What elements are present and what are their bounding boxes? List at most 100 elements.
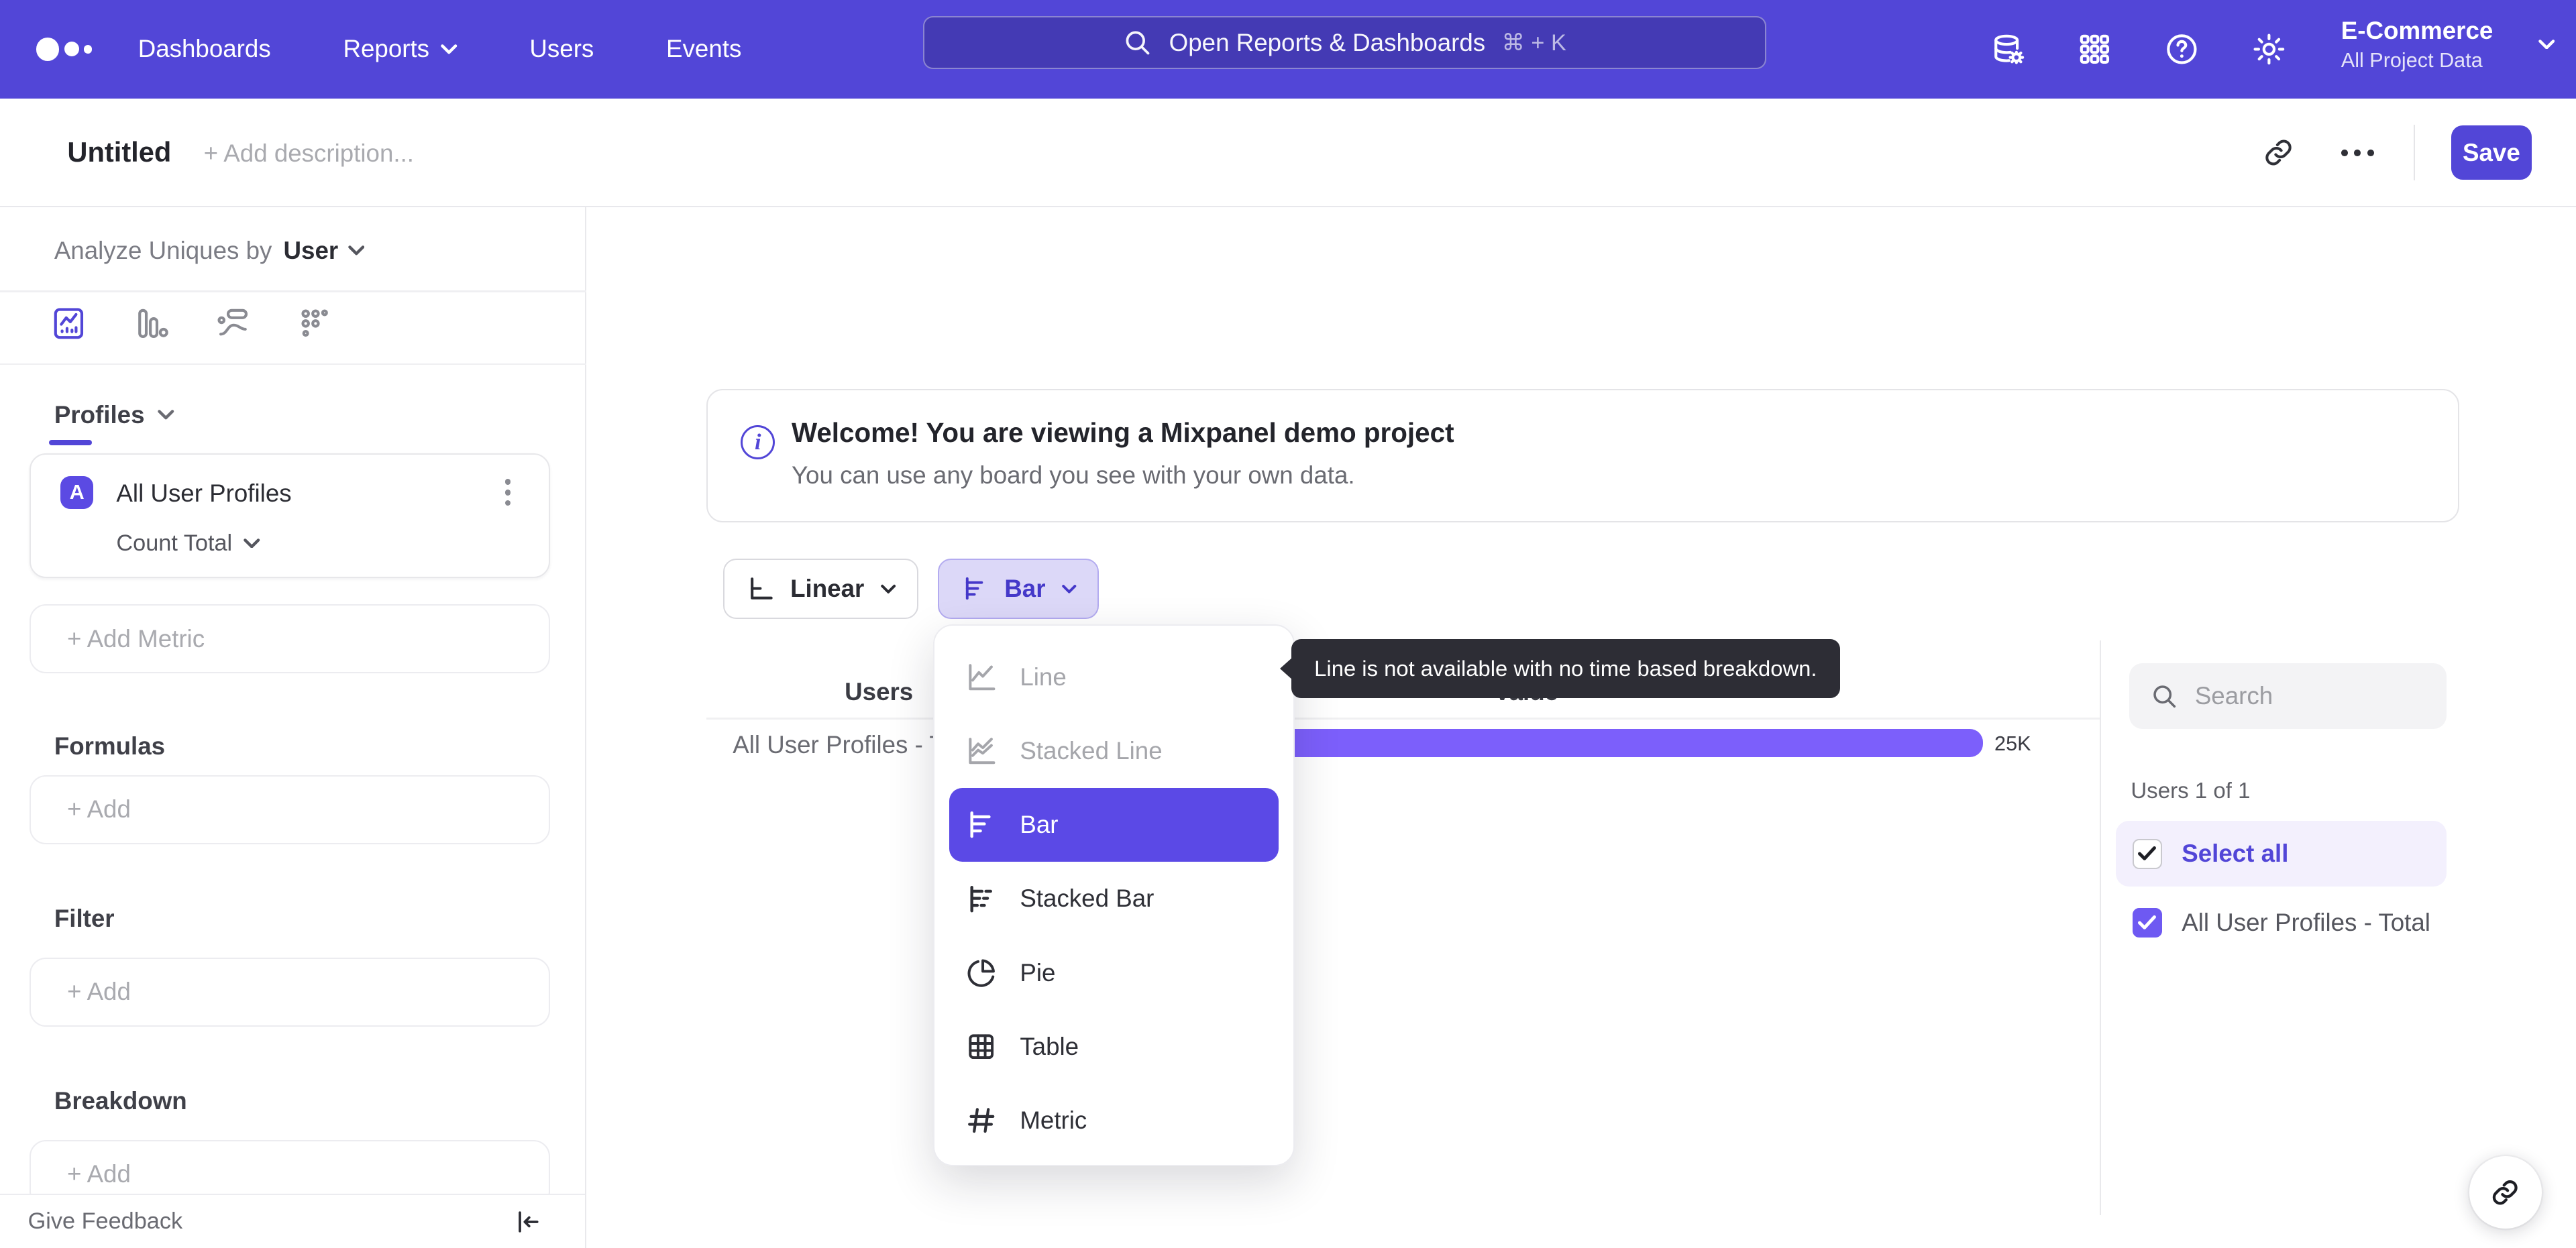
chevron-down-icon: [348, 245, 365, 256]
table-icon: [969, 1034, 994, 1060]
stacked-line-chart-icon: [969, 738, 996, 764]
demo-banner: i Welcome! You are viewing a Mixpanel de…: [706, 389, 2460, 522]
metric-name[interactable]: All User Profiles: [116, 479, 291, 508]
menu-item-metric[interactable]: Metric: [949, 1084, 1279, 1157]
copy-url-fab[interactable]: [2469, 1156, 2542, 1229]
formulas-section-header: Formulas: [54, 732, 166, 760]
series-checkbox[interactable]: [2132, 908, 2162, 938]
tab-funnels[interactable]: [131, 304, 174, 347]
legend-count: Users 1 of 1: [2131, 778, 2251, 803]
mixpanel-insights-app: Dashboards Reports Users Events Open Rep…: [0, 0, 2576, 1248]
search-icon: [2153, 685, 2176, 707]
add-metric-button[interactable]: + Add Metric: [30, 604, 551, 674]
nav-events[interactable]: Events: [666, 35, 741, 63]
chart-bar-value: 25K: [1994, 732, 2031, 756]
metric-hash-icon: [968, 1108, 995, 1133]
project-scope: All Project Data: [2341, 49, 2483, 72]
menu-item-stacked-line[interactable]: Stacked Line: [949, 714, 1279, 788]
menu-item-pie[interactable]: Pie: [949, 935, 1279, 1009]
mixpanel-logo-icon[interactable]: [36, 0, 93, 99]
add-filter-button[interactable]: + Add: [30, 957, 551, 1027]
nav-dashboards[interactable]: Dashboards: [138, 35, 271, 63]
chevron-down-icon: [244, 538, 260, 549]
menu-item-bar[interactable]: Bar: [949, 788, 1279, 862]
give-feedback-link[interactable]: Give Feedback: [28, 1208, 182, 1235]
report-title[interactable]: Untitled: [67, 136, 171, 168]
legend-search-input[interactable]: [2194, 682, 2425, 711]
metric-menu-button[interactable]: [493, 476, 523, 509]
linear-scale-icon: [751, 577, 773, 600]
search-shortcut: ⌘ + K: [1501, 30, 1566, 56]
line-disabled-tooltip: Line is not available with no time based…: [1280, 638, 1840, 698]
menu-item-table[interactable]: Table: [949, 1010, 1279, 1084]
project-switcher[interactable]: E-Commerce All Project Data: [2341, 15, 2555, 74]
chevron-down-icon: [158, 410, 174, 420]
analyze-entity-dropdown[interactable]: User: [284, 237, 365, 265]
analyze-uniques-row: Analyze Uniques by User: [54, 237, 365, 265]
query-builder-sidebar: Analyze Uniques by User Profiles A All U…: [0, 207, 587, 1248]
metric-card: A All User Profiles Count Total: [30, 453, 551, 579]
metric-aggregation-dropdown[interactable]: Count Total: [116, 530, 260, 557]
menu-item-line[interactable]: Line: [949, 640, 1279, 714]
tooltip-arrow: [1280, 657, 1293, 680]
chevron-down-icon: [881, 584, 896, 593]
add-formula-button[interactable]: + Add: [30, 775, 551, 844]
project-name: E-Commerce: [2341, 17, 2493, 45]
settings-gear-icon[interactable]: [2249, 30, 2289, 69]
add-description-button[interactable]: + Add description...: [204, 139, 414, 168]
top-navbar: Dashboards Reports Users Events Open Rep…: [0, 0, 2576, 99]
bar-chart-icon: [970, 811, 991, 838]
collapse-sidebar-icon[interactable]: [513, 1207, 542, 1237]
chevron-down-icon: [441, 44, 458, 54]
global-search-button[interactable]: Open Reports & Dashboards ⌘ + K: [923, 16, 1766, 69]
analyze-label: Analyze Uniques by: [54, 236, 272, 264]
divider: [2413, 125, 2416, 181]
select-all-label: Select all: [2182, 840, 2289, 868]
tab-flows[interactable]: [213, 304, 256, 347]
search-icon: [1126, 31, 1150, 54]
pie-chart-icon: [967, 959, 996, 987]
nav-users[interactable]: Users: [529, 35, 594, 63]
nav-utility-icons: [1988, 30, 2288, 69]
link-icon: [2493, 1180, 2518, 1205]
save-button[interactable]: Save: [2451, 125, 2532, 180]
tab-insights[interactable]: [49, 304, 92, 347]
chart-type-dropdown[interactable]: Bar: [938, 558, 1099, 620]
data-management-icon[interactable]: [1988, 30, 2027, 69]
series-label: All User Profiles - Total: [2182, 909, 2430, 937]
search-placeholder: Open Reports & Dashboards: [1169, 28, 1486, 56]
help-icon[interactable]: [2162, 30, 2202, 69]
banner-title: Welcome! You are viewing a Mixpanel demo…: [791, 416, 1454, 448]
banner-subtitle: You can use any board you see with your …: [791, 461, 1355, 489]
divider: [2099, 640, 2102, 1216]
select-all-checkbox[interactable]: [2132, 839, 2162, 869]
report-header: Untitled + Add description... Save: [0, 98, 2576, 207]
legend-select-all-row[interactable]: Select all: [2116, 821, 2447, 887]
report-type-tabs: [0, 292, 587, 445]
breakdown-section-header: Breakdown: [54, 1087, 187, 1115]
filter-section-header: Filter: [54, 905, 115, 933]
legend-search: [2129, 663, 2447, 730]
chart-grid-line: [706, 718, 2100, 720]
chevron-down-icon: [2538, 40, 2555, 50]
sidebar-footer: Give Feedback: [0, 1194, 585, 1248]
primary-nav: Dashboards Reports Users Events: [138, 35, 742, 63]
stacked-bar-chart-icon: [970, 885, 993, 913]
tab-retention[interactable]: [296, 304, 339, 347]
copy-link-icon[interactable]: [2262, 136, 2295, 169]
chart-type-menu: Line Stacked Line Bar Stacked Bar Pie Ta…: [933, 624, 1295, 1166]
line-chart-icon: [969, 664, 996, 691]
metric-badge: A: [60, 475, 94, 509]
legend-series-row[interactable]: All User Profiles - Total: [2116, 893, 2446, 952]
bar-chart-icon: [966, 577, 983, 600]
scale-dropdown[interactable]: Linear: [722, 558, 918, 620]
nav-reports[interactable]: Reports: [343, 35, 458, 63]
active-tab-indicator: [49, 440, 93, 445]
profiles-section-header[interactable]: Profiles: [54, 401, 174, 429]
menu-item-stacked-bar[interactable]: Stacked Bar: [949, 862, 1279, 935]
report-actions: Save: [2262, 121, 2532, 184]
more-options-button[interactable]: [2341, 149, 2374, 156]
chevron-down-icon: [1062, 584, 1077, 593]
apps-grid-icon[interactable]: [2075, 30, 2114, 69]
chart-row-label: All User Profiles - T: [733, 730, 945, 758]
